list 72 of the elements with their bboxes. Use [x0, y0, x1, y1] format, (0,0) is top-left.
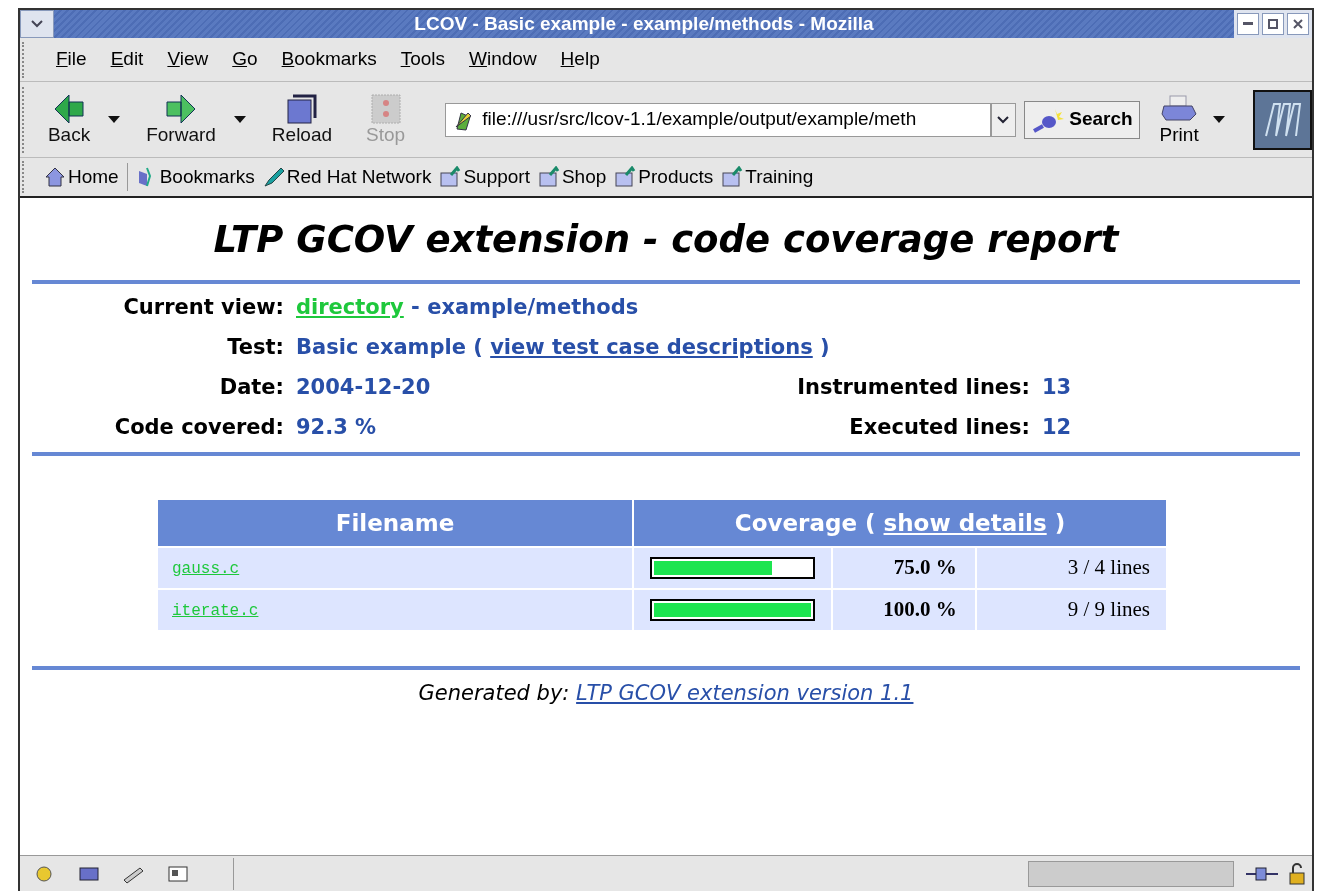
dropdown-arrow-icon[interactable] [108, 116, 121, 123]
address-dropdown-button[interactable] [990, 102, 1017, 137]
close-button[interactable] [1287, 13, 1309, 35]
menu-item[interactable]: Bookmarks [269, 41, 389, 78]
table-cell-text: 9 / 9 lines [1066, 596, 1151, 624]
menu-item[interactable]: Window [457, 41, 549, 78]
minimize-icon [1243, 22, 1253, 26]
menu-item[interactable]: File [44, 41, 99, 78]
folder-icon [439, 166, 462, 188]
printer-icon [1160, 93, 1199, 124]
bookmark-link[interactable]: Training [717, 162, 818, 192]
menu-item[interactable]: Help [548, 41, 612, 78]
pen-icon [262, 166, 285, 188]
connection-plug-icon [1246, 864, 1278, 883]
menu-item[interactable]: View [155, 41, 221, 78]
toolbar-button[interactable]: Reload [267, 93, 337, 146]
bookmark-link[interactable]: Products [610, 162, 718, 192]
header-cell: Filename [158, 500, 633, 546]
address-field[interactable]: file:///usr/src/lcov-1.1/example/output/example/meth [445, 102, 991, 137]
maximize-icon [1268, 19, 1278, 29]
field-label: Current view: [122, 294, 285, 322]
field-value: 13 [1042, 374, 1072, 402]
field-label: Test: [226, 334, 285, 362]
field-label: Code covered: [113, 414, 285, 442]
close-icon [1293, 19, 1303, 29]
maximize-button[interactable] [1262, 13, 1284, 35]
bookmark-link[interactable]: Bookmarks [131, 162, 259, 192]
field-label: Executed lines: [848, 414, 1031, 442]
window-title: LCOV - Basic example - example/methods - Mozilla [413, 11, 875, 36]
house-icon [44, 166, 66, 188]
chevron-down-icon [997, 115, 1010, 124]
bookmark-link[interactable]: Shop [533, 162, 611, 192]
field-label: Instrumented lines: [796, 374, 1031, 402]
bookmark-link[interactable]: Home [40, 162, 123, 192]
reload-icon [286, 93, 317, 124]
minimize-button[interactable] [1237, 13, 1259, 35]
chevron-down-icon [31, 20, 43, 28]
menu-item[interactable]: Edit [98, 41, 156, 78]
folder-icon [721, 166, 744, 188]
throbber-logo[interactable] [1252, 89, 1312, 150]
field-value: 92.3 % [296, 414, 378, 442]
link[interactable]: LTP GCOV extension version 1.1 [576, 681, 914, 705]
field-value: 2004-12-20 [296, 374, 432, 402]
field-value: Basic example ( view test case descriptions ) [296, 334, 831, 362]
stop-icon [370, 93, 401, 124]
bookmark-link[interactable]: Support [435, 162, 534, 192]
table-cell-text: 3 / 4 lines [1066, 554, 1151, 582]
bookmark-link[interactable]: Red Hat Network [258, 162, 436, 192]
dropdown-arrow-icon[interactable] [233, 116, 246, 123]
folder-icon [537, 166, 560, 188]
left-arrow-icon [54, 93, 85, 124]
table-cell-text: 100.0 % [882, 596, 958, 624]
folder-icon [614, 166, 637, 188]
field-label: Date: [218, 374, 285, 402]
header-text: Coverage ( show details ) [734, 509, 1066, 536]
menu-item[interactable]: Tools [388, 41, 457, 78]
toolbar-button[interactable]: Forward [142, 93, 220, 146]
link[interactable]: view test case descriptions [490, 335, 813, 360]
report-title: LTP GCOV extension - code coverage report [212, 217, 1121, 263]
address-text: file:///usr/src/lcov-1.1/example/output/example/meth [482, 107, 918, 132]
field-value: directory - example/methods [296, 294, 640, 322]
toolbar-button[interactable]: Back [43, 93, 95, 146]
menu-item[interactable]: Go [220, 41, 270, 78]
dropdown-arrow-icon[interactable] [1212, 116, 1225, 123]
table-cell-text: 75.0 % [892, 554, 958, 582]
print-button[interactable]: Print [1159, 93, 1199, 146]
search-button[interactable]: Search [1024, 100, 1140, 139]
padlock-icon [1288, 862, 1306, 885]
field-value: 12 [1042, 414, 1072, 442]
window-menu-button[interactable] [20, 10, 54, 38]
generated-by-text: Generated by: LTP GCOV extension version 1.1 [417, 680, 915, 707]
right-arrow-icon [166, 93, 196, 124]
